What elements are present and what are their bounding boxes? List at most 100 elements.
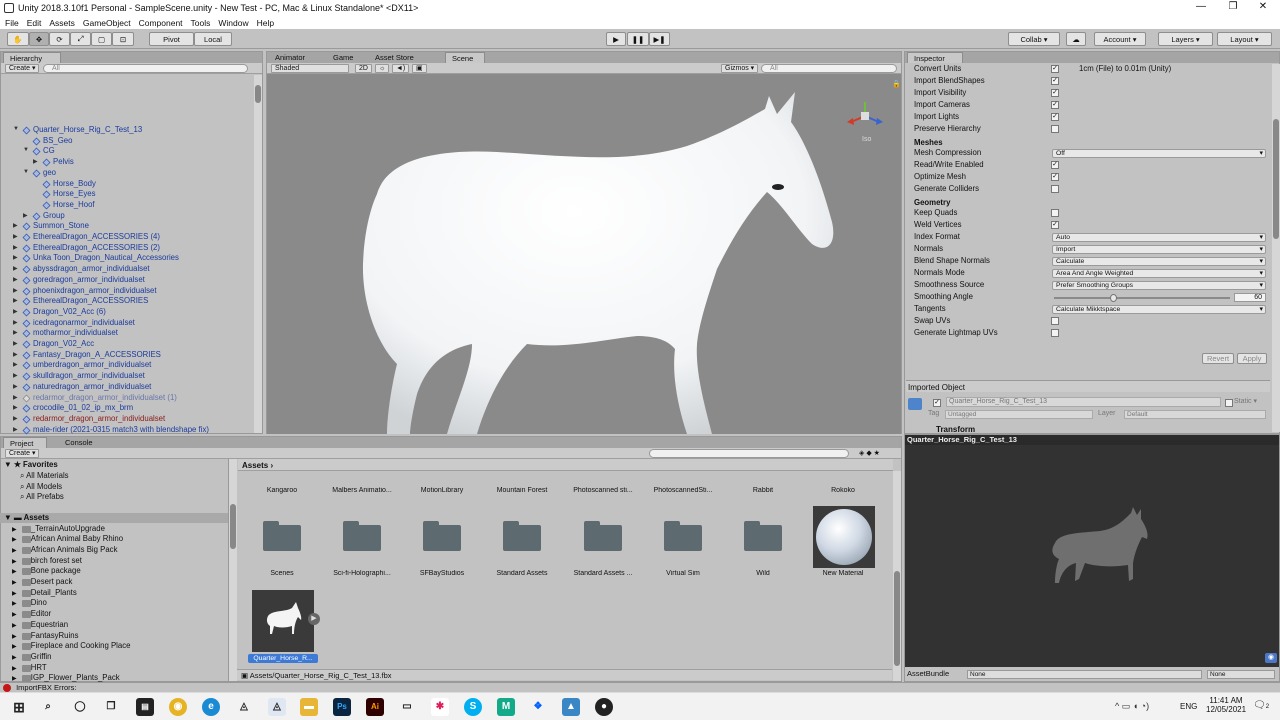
obs-icon[interactable]: ● xyxy=(595,698,613,716)
play-button[interactable]: ▶ xyxy=(606,32,626,46)
hierarchy-item[interactable]: goredragon_armor_individualset xyxy=(33,275,145,285)
asset-folder-label[interactable]: SFBayStudios xyxy=(402,570,482,577)
asset-folder-item[interactable]: ▶ Dino xyxy=(12,598,47,608)
step-button[interactable]: ▶❚ xyxy=(649,32,670,46)
asset-folder-label[interactable]: Malbers Animatio... xyxy=(322,487,402,494)
rect-tool-icon[interactable]: ▢ xyxy=(91,32,112,46)
folder-icon[interactable] xyxy=(343,521,383,551)
asset-folder-label[interactable]: MotionLibrary xyxy=(402,487,482,494)
asset-folder-item[interactable]: ▶ Equestrian xyxy=(12,620,68,630)
expand-arrow-icon[interactable]: ▶ xyxy=(13,319,21,326)
setting-checkbox[interactable] xyxy=(1051,125,1059,133)
hierarchy-item[interactable]: crocodile_01_02_ip_mx_brm xyxy=(33,403,133,413)
tab-inspector[interactable]: Inspector xyxy=(907,52,963,63)
search-icon[interactable]: ⌕ xyxy=(39,698,57,716)
favorite-item[interactable]: ⌕ All Prefabs xyxy=(20,492,64,502)
asset-folder-item[interactable]: ▶ African Animals Big Pack xyxy=(12,545,117,555)
hierarchy-item[interactable]: icedragonarmor_individualset xyxy=(33,318,135,328)
tab-console[interactable]: Console xyxy=(59,437,105,448)
dropbox-icon[interactable]: ❖ xyxy=(529,698,547,716)
setting-checkbox[interactable] xyxy=(1051,317,1059,325)
tab-game[interactable]: Game xyxy=(327,52,367,63)
asset-breadcrumb[interactable]: Assets › xyxy=(238,459,893,471)
asset-folder-item[interactable]: ▶ Griffin xyxy=(12,652,51,662)
setting-dropdown[interactable]: Prefer Smoothing Groups xyxy=(1052,281,1266,290)
expand-arrow-icon[interactable]: ▶ xyxy=(33,158,41,165)
asset-folder-label[interactable]: Mountain Forest xyxy=(482,487,562,494)
folder-icon[interactable] xyxy=(744,521,784,551)
setting-checkbox[interactable]: ✓ xyxy=(1051,173,1059,181)
slack-icon[interactable]: ✱ xyxy=(431,698,449,716)
asset-folder-label[interactable]: Virtual Sim xyxy=(643,570,723,577)
assetbundle-dropdown[interactable]: None xyxy=(967,670,1202,679)
hierarchy-item[interactable]: skulldragon_armor_individualset xyxy=(33,371,145,381)
tab-asset-store[interactable]: Asset Store xyxy=(369,52,431,63)
task-view-icon[interactable]: ❐ xyxy=(102,698,120,716)
scale-tool-icon[interactable]: ⤢ xyxy=(70,32,91,46)
inspector-scrollbar[interactable] xyxy=(1272,64,1280,432)
projection-label[interactable]: Iso xyxy=(862,136,871,143)
asset-folder-label[interactable]: PhotoscannedSti... xyxy=(643,487,723,494)
expand-arrow-icon[interactable]: ▶ xyxy=(13,426,21,433)
hierarchy-item[interactable]: motharmor_individualset xyxy=(33,328,118,338)
scene-gizmo-icon[interactable] xyxy=(845,96,885,136)
scene-search-input[interactable]: All xyxy=(761,64,897,73)
expand-arrow-icon[interactable]: ▶ xyxy=(12,569,17,575)
fbx-asset-thumbnail[interactable] xyxy=(252,590,314,652)
expand-arrow-icon[interactable]: ▶ xyxy=(12,580,17,586)
expand-arrow-icon[interactable]: ▼ xyxy=(13,126,21,132)
scene-lock-icon[interactable]: 🔒 xyxy=(892,80,901,92)
hierarchy-item[interactable]: male-rider (2021-0315 match3 with blends… xyxy=(33,425,209,435)
setting-checkbox[interactable] xyxy=(1051,209,1059,217)
expand-arrow-icon[interactable]: ▶ xyxy=(13,287,21,294)
hierarchy-create-button[interactable]: Create ▾ xyxy=(5,64,40,73)
hierarchy-item[interactable]: CG xyxy=(43,146,55,156)
local-toggle[interactable]: Local xyxy=(194,32,232,46)
edge-icon[interactable]: e xyxy=(202,698,220,716)
asset-grid-scrollbar[interactable] xyxy=(893,471,901,681)
menu-window[interactable]: Window xyxy=(218,18,248,28)
expand-arrow-icon[interactable]: ▼ xyxy=(23,169,31,175)
project-tree-scroll-thumb[interactable] xyxy=(230,504,236,549)
hierarchy-item[interactable]: redarmor_dragon_armor_individualset xyxy=(33,414,165,424)
tab-hierarchy[interactable]: Hierarchy xyxy=(3,52,61,63)
hierarchy-item[interactable]: EtherealDragon_ACCESSORIES (2) xyxy=(33,243,160,253)
expand-arrow-icon[interactable]: ▶ xyxy=(12,623,17,629)
hierarchy-item[interactable]: geo xyxy=(43,168,56,178)
asset-folder-label[interactable]: Scenes xyxy=(242,570,322,577)
setting-dropdown[interactable]: Calculate xyxy=(1052,257,1266,266)
start-icon[interactable]: ⊞ xyxy=(10,698,28,716)
account-dropdown[interactable]: Account ▾ xyxy=(1094,32,1146,46)
expand-arrow-icon[interactable]: ▶ xyxy=(13,340,21,347)
folder-icon[interactable] xyxy=(503,521,543,551)
asset-folder-label[interactable]: Standard Assets ... xyxy=(563,570,643,577)
asset-grid-scroll-thumb[interactable] xyxy=(894,571,900,666)
expand-arrow-icon[interactable]: ▶ xyxy=(13,254,21,261)
static-dropdown[interactable]: Static ▾ xyxy=(1234,397,1257,405)
new-material-label[interactable]: New Material xyxy=(803,570,883,577)
asset-folder-item[interactable]: ▶ FantasyRuins xyxy=(12,631,78,641)
restore-button[interactable]: ❐ xyxy=(1216,0,1250,16)
menu-assets[interactable]: Assets xyxy=(49,18,75,28)
hierarchy-item[interactable]: Group xyxy=(43,211,65,221)
expand-arrow-icon[interactable]: ▼ xyxy=(23,147,31,153)
lighting-toggle-icon[interactable]: ☼ xyxy=(375,64,390,73)
new-material-thumbnail[interactable] xyxy=(813,506,875,568)
expand-arrow-icon[interactable]: ▶ xyxy=(13,233,21,240)
object-name-field[interactable]: Quarter_Horse_Rig_C_Test_13 xyxy=(946,397,1221,407)
maya-icon[interactable]: M xyxy=(497,698,515,716)
expand-arrow-icon[interactable]: ▶ xyxy=(13,372,21,379)
setting-dropdown[interactable]: Area And Angle Weighted xyxy=(1052,269,1266,278)
file-explorer-icon[interactable]: ▬ xyxy=(300,698,318,716)
preview-horse-model[interactable] xyxy=(1045,503,1155,593)
setting-checkbox[interactable]: ✓ xyxy=(1051,65,1059,73)
project-search-input[interactable] xyxy=(649,449,849,458)
expand-arrow-icon[interactable]: ▶ xyxy=(23,212,31,219)
hierarchy-item[interactable]: naturedragon_armor_individualset xyxy=(33,382,151,392)
revert-button[interactable]: Revert xyxy=(1202,353,1234,364)
expand-arrow-icon[interactable]: ▶ xyxy=(12,548,17,554)
expand-arrow-icon[interactable]: ▶ xyxy=(12,655,17,661)
asset-folder-item[interactable]: ▶ Bone package xyxy=(12,566,81,576)
2d-toggle[interactable]: 2D xyxy=(355,64,372,73)
expand-asset-icon[interactable]: ▶ xyxy=(308,613,320,625)
